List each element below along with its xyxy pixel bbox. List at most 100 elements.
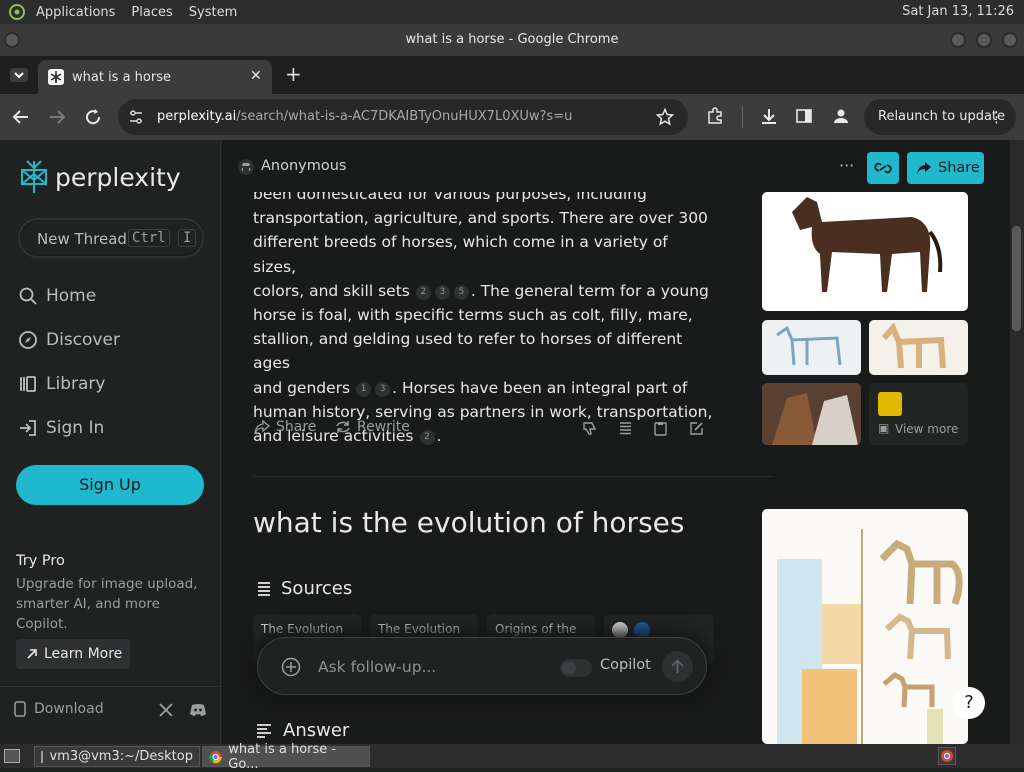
horse-heads-photo[interactable] [762,383,861,445]
citation[interactable]: 2 [415,284,431,300]
list-icon[interactable] [618,421,633,436]
download-icon[interactable] [760,107,778,125]
answer-line: human history, serving as partners in wo… [253,402,713,421]
discord-icon[interactable] [189,703,207,717]
answer-icon [257,723,271,738]
new-tab-icon[interactable]: + [285,62,302,86]
scrollbar-thumb[interactable] [1012,226,1021,331]
x-twitter-icon[interactable] [159,703,173,717]
attach-plus-icon[interactable] [281,657,301,677]
relaunch-label: Relaunch to update [878,109,1006,124]
forward-icon[interactable] [48,108,66,126]
view-more-images-button[interactable]: ▣ View more [869,383,968,445]
sidebar-item-library[interactable]: Library [18,374,105,394]
page-scrollbar[interactable] [1010,140,1024,744]
perplexity-logo[interactable]: perplexity [19,160,181,194]
download-app-link[interactable]: Download [14,701,104,717]
share-thread-button[interactable]: Share [907,152,984,184]
tab-search-icon[interactable] [10,68,28,82]
thread-header: Anonymous ··· Share [222,140,1010,192]
citation[interactable]: 3 [434,284,450,300]
window-menu-icon[interactable] [4,32,20,48]
chrome-icon [209,750,222,763]
source-favicon-icon [634,622,650,638]
copy-link-button[interactable] [867,152,899,184]
taskbar-terminal-label: vm3@vm3:~/Desktop [49,749,193,764]
tray-chrome-icon[interactable] [938,747,956,765]
bookmark-star-icon[interactable] [656,108,674,126]
horse-muscles-image[interactable] [869,320,968,375]
maximize-icon[interactable] [976,32,992,48]
user-name: Anonymous [261,158,347,174]
menu-system[interactable]: System [189,5,237,20]
tab-close-icon[interactable]: ✕ [250,68,262,84]
answer-share-button[interactable]: Share [254,419,316,435]
answer-line: transportation, agriculture, and sports.… [253,209,708,228]
thumbs-down-icon[interactable] [582,421,597,436]
clipboard-icon[interactable] [654,421,667,436]
taskbar-terminal[interactable]: vm3@vm3:~/Desktop [34,746,200,767]
sign-up-button[interactable]: Sign Up [16,465,204,505]
site-info-icon[interactable] [128,109,144,125]
tab-title: what is a horse [72,70,171,85]
horse-skeleton-image[interactable] [762,320,861,375]
menu-applications[interactable]: Applications [36,5,115,20]
horse-evolution-image[interactable] [762,509,968,744]
main-content: Anonymous ··· Share been domesticated fo… [222,140,1010,744]
question-title: what is the evolution of horses [253,506,685,539]
citation[interactable]: 2 [419,430,435,446]
arrow-up-icon [671,659,684,673]
horse-heads-illustration [762,383,861,445]
back-icon[interactable] [12,108,30,126]
relaunch-to-update-button[interactable]: Relaunch to update ⋮ [864,99,1016,135]
citation[interactable]: 3 [375,381,391,397]
toggle-knob [562,661,576,675]
reload-icon[interactable] [84,108,102,126]
follow-up-placeholder: Ask follow-up... [318,658,437,676]
answer-line: . The general term for a young [470,281,709,300]
omnibox[interactable]: perplexity.ai/search/what-is-a-AC7DKAIBT… [118,99,688,135]
rewrite-label: Rewrite [357,419,410,435]
sidebar-item-discover[interactable]: Discover [18,330,120,350]
minimize-icon[interactable] [950,32,966,48]
share-label: Share [938,160,980,176]
answer-line: stallion, and gelding used to refer to h… [253,330,683,373]
new-thread-button[interactable]: New Thread Ctrl I [18,218,204,258]
sidebar-item-sign-in[interactable]: Sign In [18,418,104,438]
more-options-icon[interactable]: ··· [839,156,854,175]
rewrite-button[interactable]: Rewrite [335,419,410,435]
learn-more-label: Learn More [44,646,123,662]
distro-logo-icon[interactable] [8,3,26,21]
horse-anatomy-image[interactable] [762,192,968,311]
extensions-icon[interactable] [706,107,724,125]
show-desktop-icon[interactable] [4,749,20,763]
close-window-icon[interactable] [1002,32,1018,48]
mobile-icon [14,701,26,717]
follow-up-input[interactable]: Ask follow-up... Copilot [257,637,707,695]
learn-more-button[interactable]: Learn More [16,639,130,669]
anonymous-user-icon [238,159,254,175]
answer-line: horse is foal, with specific terms such … [253,306,693,325]
sidebar-item-label: Sign In [46,418,105,438]
sidebar-item-home[interactable]: Home [18,286,96,306]
edit-icon[interactable] [689,421,704,436]
taskbar-chrome[interactable]: what is a horse - Go... [202,742,370,772]
answer-line: . [436,427,442,446]
menu-places[interactable]: Places [131,5,172,20]
submit-button[interactable] [662,651,693,682]
perplexity-favicon-icon [48,69,64,85]
profile-icon[interactable] [832,107,850,125]
url-path: /search/what-is-a-AC7DKAIBTyOnuHUX7L0XUw… [236,109,573,124]
chrome-menu-icon[interactable]: ⋮ [989,99,1004,135]
help-button[interactable]: ? [953,687,985,719]
clock[interactable]: Sat Jan 13, 11:26 [902,4,1014,19]
side-panel-icon[interactable] [796,108,812,124]
citation[interactable]: 5 [453,284,469,300]
library-icon [20,376,36,392]
answer-text: been domesticated for various purposes, … [253,182,713,448]
tab-what-is-a-horse[interactable]: what is a horse ✕ [38,60,272,94]
citation[interactable]: 1 [356,381,372,397]
copilot-toggle[interactable] [560,659,592,677]
shortcut-key-ctrl: Ctrl [128,229,170,247]
arrow-up-right-icon [27,649,37,659]
